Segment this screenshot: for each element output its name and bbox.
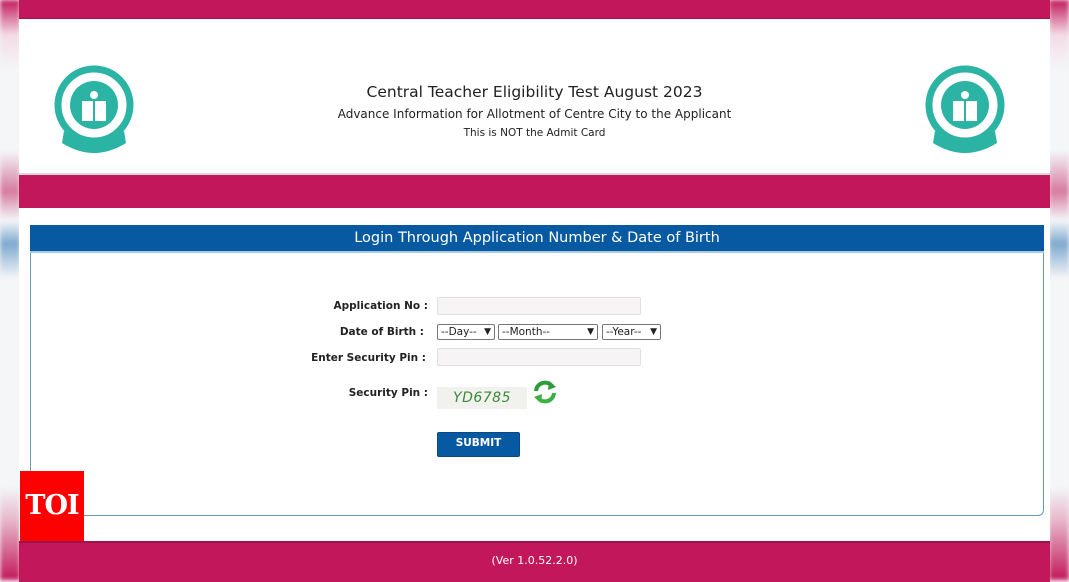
dob-month-select[interactable]: --Month-- ▼ [498, 324, 598, 340]
page: Central Teacher Eligibility Test August … [19, 0, 1050, 582]
captcha-image: YD6785 [437, 387, 527, 409]
security-pin-row: Security Pin : YD6785 [31, 380, 1043, 409]
footer: (Ver 1.0.52.2.0) [19, 541, 1050, 582]
admit-card-note: This is NOT the Admit Card [463, 127, 606, 139]
toi-watermark-logo: TOI [20, 471, 84, 541]
refresh-icon[interactable] [531, 378, 559, 406]
dob-month-value: --Month-- [502, 326, 551, 338]
dob-year-value: --Year-- [606, 326, 642, 338]
login-panel: Login Through Application Number & Date … [30, 225, 1044, 516]
version-text: (Ver 1.0.52.2.0) [491, 554, 578, 567]
dob-day-value: --Day-- [441, 326, 477, 338]
top-bar [19, 0, 1050, 19]
nav-bar [19, 173, 1050, 208]
header: Central Teacher Eligibility Test August … [19, 19, 1050, 172]
page-title: Central Teacher Eligibility Test August … [366, 83, 703, 101]
header-text: Central Teacher Eligibility Test August … [19, 81, 1050, 141]
dob-row: Date of Birth : --Day-- ▼ --Month-- ▼ --… [31, 322, 1043, 342]
page-subtitle: Advance Information for Allotment of Cen… [337, 107, 732, 121]
dob-year-select[interactable]: --Year-- ▼ [602, 324, 661, 340]
chevron-down-icon: ▼ [484, 327, 491, 337]
dob-label: Date of Birth : [339, 326, 424, 338]
security-pin-label: Security Pin : [348, 387, 428, 399]
security-pin-input[interactable] [437, 348, 641, 366]
chevron-down-icon: ▼ [650, 327, 657, 337]
application-no-label: Application No : [333, 300, 429, 312]
login-panel-heading: Login Through Application Number & Date … [30, 225, 1044, 253]
security-pin-input-label: Enter Security Pin : [311, 352, 426, 364]
background-edge-left [0, 0, 20, 580]
background-edge-right [1049, 0, 1069, 580]
application-no-row: Application No : [31, 296, 1043, 316]
dob-day-select[interactable]: --Day-- ▼ [437, 324, 495, 340]
submit-button[interactable]: SUBMIT [437, 432, 520, 457]
chevron-down-icon: ▼ [587, 327, 594, 337]
application-no-input[interactable] [437, 297, 641, 315]
security-pin-input-row: Enter Security Pin : [31, 348, 1043, 368]
